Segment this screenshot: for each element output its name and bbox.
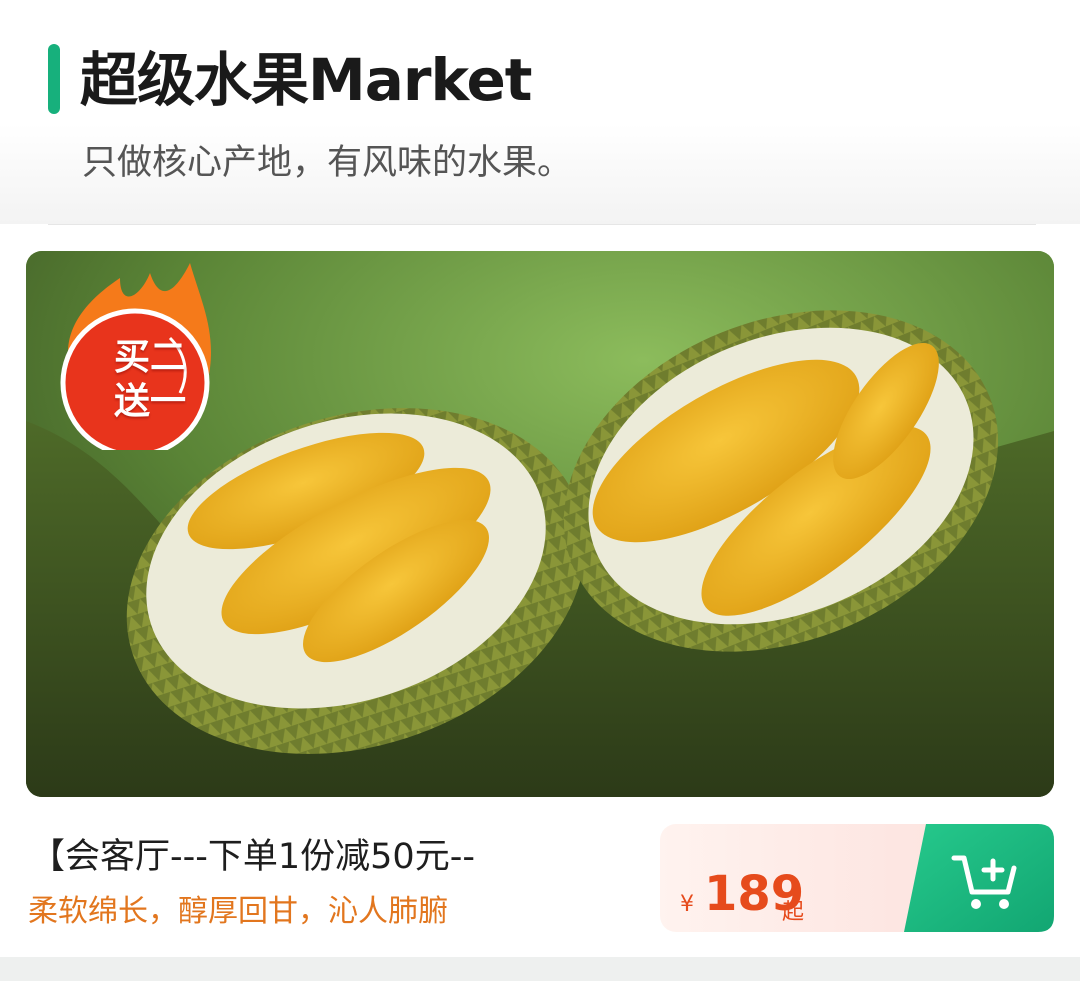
section-header: 超级水果Market 只做核心产地，有风味的水果。 (0, 0, 1080, 224)
price-currency: ¥ (680, 892, 694, 917)
product-name[interactable]: 【会客厅---下单1份减50元-- (30, 832, 475, 882)
add-to-cart-icon (904, 824, 1054, 932)
section-title: 超级水果Market (80, 46, 533, 114)
promo-badge: 买二 送一 (50, 258, 228, 458)
promo-line-1: 买二 (113, 337, 186, 378)
header-divider (48, 224, 1036, 225)
header-accent-bar (48, 44, 60, 114)
product-description: 柔软绵长，醇厚回甘，沁人肺腑 (28, 894, 448, 929)
add-to-cart-button[interactable] (904, 824, 1054, 932)
product-feed-page: 超级水果Market 只做核心产地，有风味的水果。 买二 送一 【会客厅---下… (0, 0, 1080, 981)
section-subtitle: 只做核心产地，有风味的水果。 (82, 143, 573, 183)
price-suffix: 起 (782, 900, 805, 925)
bottom-spacer (0, 957, 1080, 981)
promo-line-2: 送一 (113, 381, 186, 422)
